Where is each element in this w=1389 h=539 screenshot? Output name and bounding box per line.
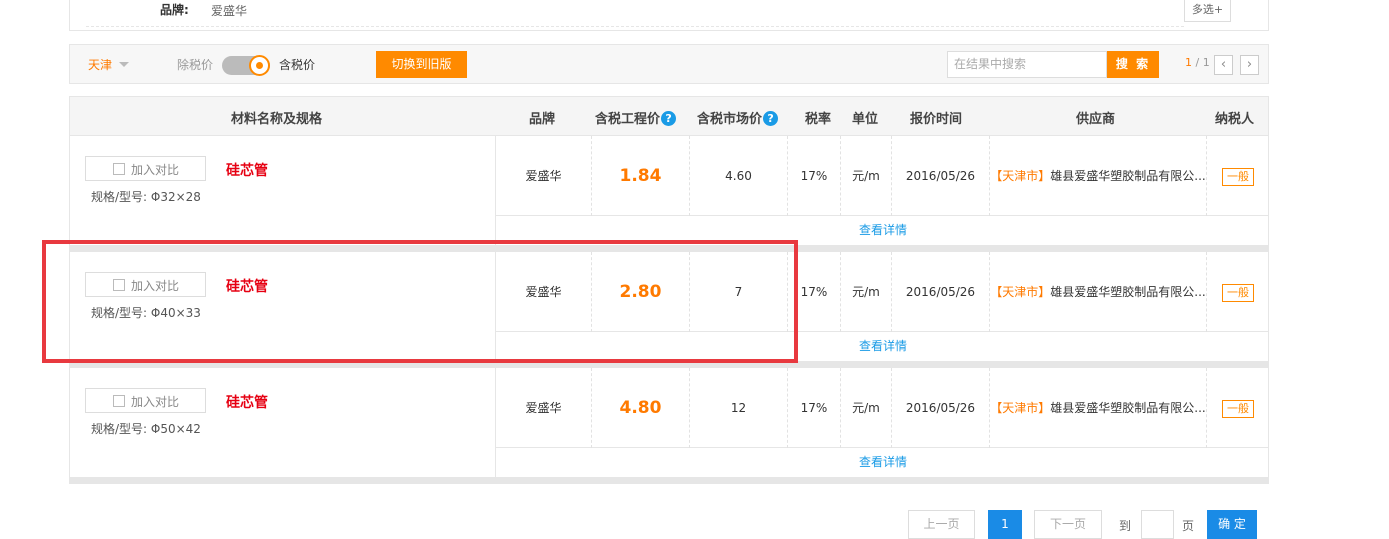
- excl-tax-label: 除税价: [177, 58, 214, 72]
- page-label: 页: [1182, 519, 1195, 533]
- goto-label: 到: [1119, 519, 1132, 533]
- col-date: 报价时间: [910, 112, 963, 127]
- toggle-knob[interactable]: [249, 55, 270, 76]
- view-details-link[interactable]: 查看详情: [859, 337, 907, 354]
- cell-taxpayer: 一般: [1207, 136, 1269, 216]
- view-details-link[interactable]: 查看详情: [859, 221, 907, 238]
- goto-page-input[interactable]: [1141, 510, 1174, 539]
- page-total: / 1: [1195, 56, 1210, 69]
- cell-taxpayer: 一般: [1207, 368, 1269, 448]
- search-results-input[interactable]: 在结果中搜索: [947, 51, 1107, 78]
- cell-brand: 爱盛华: [496, 136, 592, 216]
- col-taxpayer: 纳税人: [1215, 112, 1255, 127]
- col-supplier: 供应商: [1076, 112, 1116, 127]
- divider: [86, 26, 1184, 27]
- supplier-name-link[interactable]: 雄县爱盛华塑胶制品有限公...: [1050, 401, 1205, 415]
- supplier-region: 【天津市】: [990, 401, 1051, 415]
- product-name-link[interactable]: 硅芯管: [226, 392, 268, 412]
- product-spec: 规格/型号: Φ50×42: [91, 422, 201, 436]
- taxpayer-badge: 一般: [1222, 167, 1254, 186]
- confirm-button[interactable]: 确 定: [1207, 510, 1257, 539]
- col-mkt-price-label: 含税市场价: [697, 112, 763, 127]
- add-compare-button[interactable]: 加入对比: [85, 156, 206, 181]
- supplier-name-link[interactable]: 雄县爱盛华塑胶制品有限公...: [1050, 169, 1205, 183]
- add-compare-label: 加入对比: [131, 395, 180, 409]
- table-row: 加入对比 硅芯管规格/型号: Φ50×42 爱盛华 4.80 12 17% 元/m 2016/…: [69, 368, 1269, 484]
- city-selector[interactable]: 天津: [88, 56, 112, 73]
- add-compare-button[interactable]: 加入对比: [85, 388, 206, 413]
- brand-filter-row: 品牌: 爱盛华 多选+: [69, 0, 1269, 31]
- product-cell: 加入对比 硅芯管规格/型号: Φ32×28: [70, 136, 496, 245]
- next-page-button[interactable]: 下一页: [1034, 510, 1102, 539]
- taxpayer-badge: 一般: [1222, 399, 1254, 418]
- prev-page-icon[interactable]: ‹: [1214, 55, 1233, 75]
- page-indicator: 1 / 1: [1185, 56, 1210, 69]
- row-separator: [70, 477, 1268, 484]
- highlight-box: [42, 240, 798, 363]
- cell-tax: 17%: [788, 368, 841, 448]
- cell-supplier: 【天津市】雄县爱盛华塑胶制品有限公...: [990, 252, 1207, 332]
- checkbox-icon[interactable]: [113, 395, 125, 407]
- cell-supplier: 【天津市】雄县爱盛华塑胶制品有限公...: [990, 136, 1207, 216]
- cell-tax: 17%: [788, 136, 841, 216]
- checkbox-icon[interactable]: [113, 163, 125, 175]
- col-name: 材料名称及规格: [231, 112, 323, 127]
- row-values: 爱盛华 4.80 12 17% 元/m 2016/05/26 【天津市】雄县爱盛华塑胶制品有…: [496, 368, 1268, 448]
- cell-unit: 元/m: [841, 252, 892, 332]
- cell-mkt-price: 4.60: [690, 136, 788, 216]
- help-icon[interactable]: ?: [661, 111, 677, 126]
- col-unit: 单位: [852, 112, 879, 127]
- tax-price-toggle[interactable]: [222, 55, 270, 76]
- switch-old-version-button[interactable]: 切换到旧版: [376, 51, 467, 78]
- cell-mkt-price: 12: [690, 368, 788, 448]
- brand-filter-option[interactable]: 爱盛华: [211, 2, 247, 19]
- col-mkt-price: 含税市场价?: [697, 108, 779, 127]
- toolbar: 天津 除税价 含税价 切换到旧版 在结果中搜索 搜 索 1 / 1 ‹ ›: [69, 44, 1269, 84]
- col-tax: 税率: [805, 112, 832, 127]
- table-row: 加入对比 硅芯管规格/型号: Φ32×28 爱盛华 1.84 4.60 17% 元/m 201…: [69, 136, 1269, 252]
- search-button[interactable]: 搜 索: [1107, 51, 1159, 78]
- cell-eng-price: 1.84: [592, 136, 690, 216]
- cell-supplier: 【天津市】雄县爱盛华塑胶制品有限公...: [990, 368, 1207, 448]
- table-header: 材料名称及规格 品牌 含税工程价? 含税市场价? 税率 单位 报价时间 供应商 …: [69, 96, 1269, 136]
- product-name-link[interactable]: 硅芯管: [226, 160, 268, 180]
- page-1-button[interactable]: 1: [988, 510, 1022, 539]
- cell-date: 2016/05/26: [892, 136, 990, 216]
- add-compare-label: 加入对比: [131, 163, 180, 177]
- cell-brand: 爱盛华: [496, 368, 592, 448]
- help-icon[interactable]: ?: [763, 111, 779, 126]
- supplier-region: 【天津市】: [990, 285, 1051, 299]
- cell-unit: 元/m: [841, 136, 892, 216]
- supplier-region: 【天津市】: [990, 169, 1051, 183]
- supplier-name-link[interactable]: 雄县爱盛华塑胶制品有限公...: [1050, 285, 1205, 299]
- col-eng-price-label: 含税工程价: [595, 112, 661, 127]
- multi-select-button[interactable]: 多选+: [1184, 0, 1231, 22]
- col-brand: 品牌: [529, 112, 556, 127]
- col-eng-price: 含税工程价?: [595, 108, 677, 127]
- caret-down-icon[interactable]: [119, 62, 129, 67]
- page-current: 1: [1185, 56, 1192, 69]
- product-cell: 加入对比 硅芯管规格/型号: Φ50×42: [70, 368, 496, 477]
- prev-page-button[interactable]: 上一页: [908, 510, 975, 539]
- cell-date: 2016/05/26: [892, 368, 990, 448]
- taxpayer-badge: 一般: [1222, 283, 1254, 302]
- cell-taxpayer: 一般: [1207, 252, 1269, 332]
- view-details-link[interactable]: 查看详情: [859, 453, 907, 470]
- product-spec: 规格/型号: Φ32×28: [91, 190, 201, 204]
- cell-eng-price: 4.80: [592, 368, 690, 448]
- brand-filter-label: 品牌:: [160, 3, 189, 17]
- cell-unit: 元/m: [841, 368, 892, 448]
- incl-tax-label: 含税价: [279, 58, 316, 72]
- next-page-icon[interactable]: ›: [1240, 55, 1259, 75]
- cell-date: 2016/05/26: [892, 252, 990, 332]
- row-values: 爱盛华 1.84 4.60 17% 元/m 2016/05/26 【天津市】雄县爱盛华塑胶制…: [496, 136, 1268, 216]
